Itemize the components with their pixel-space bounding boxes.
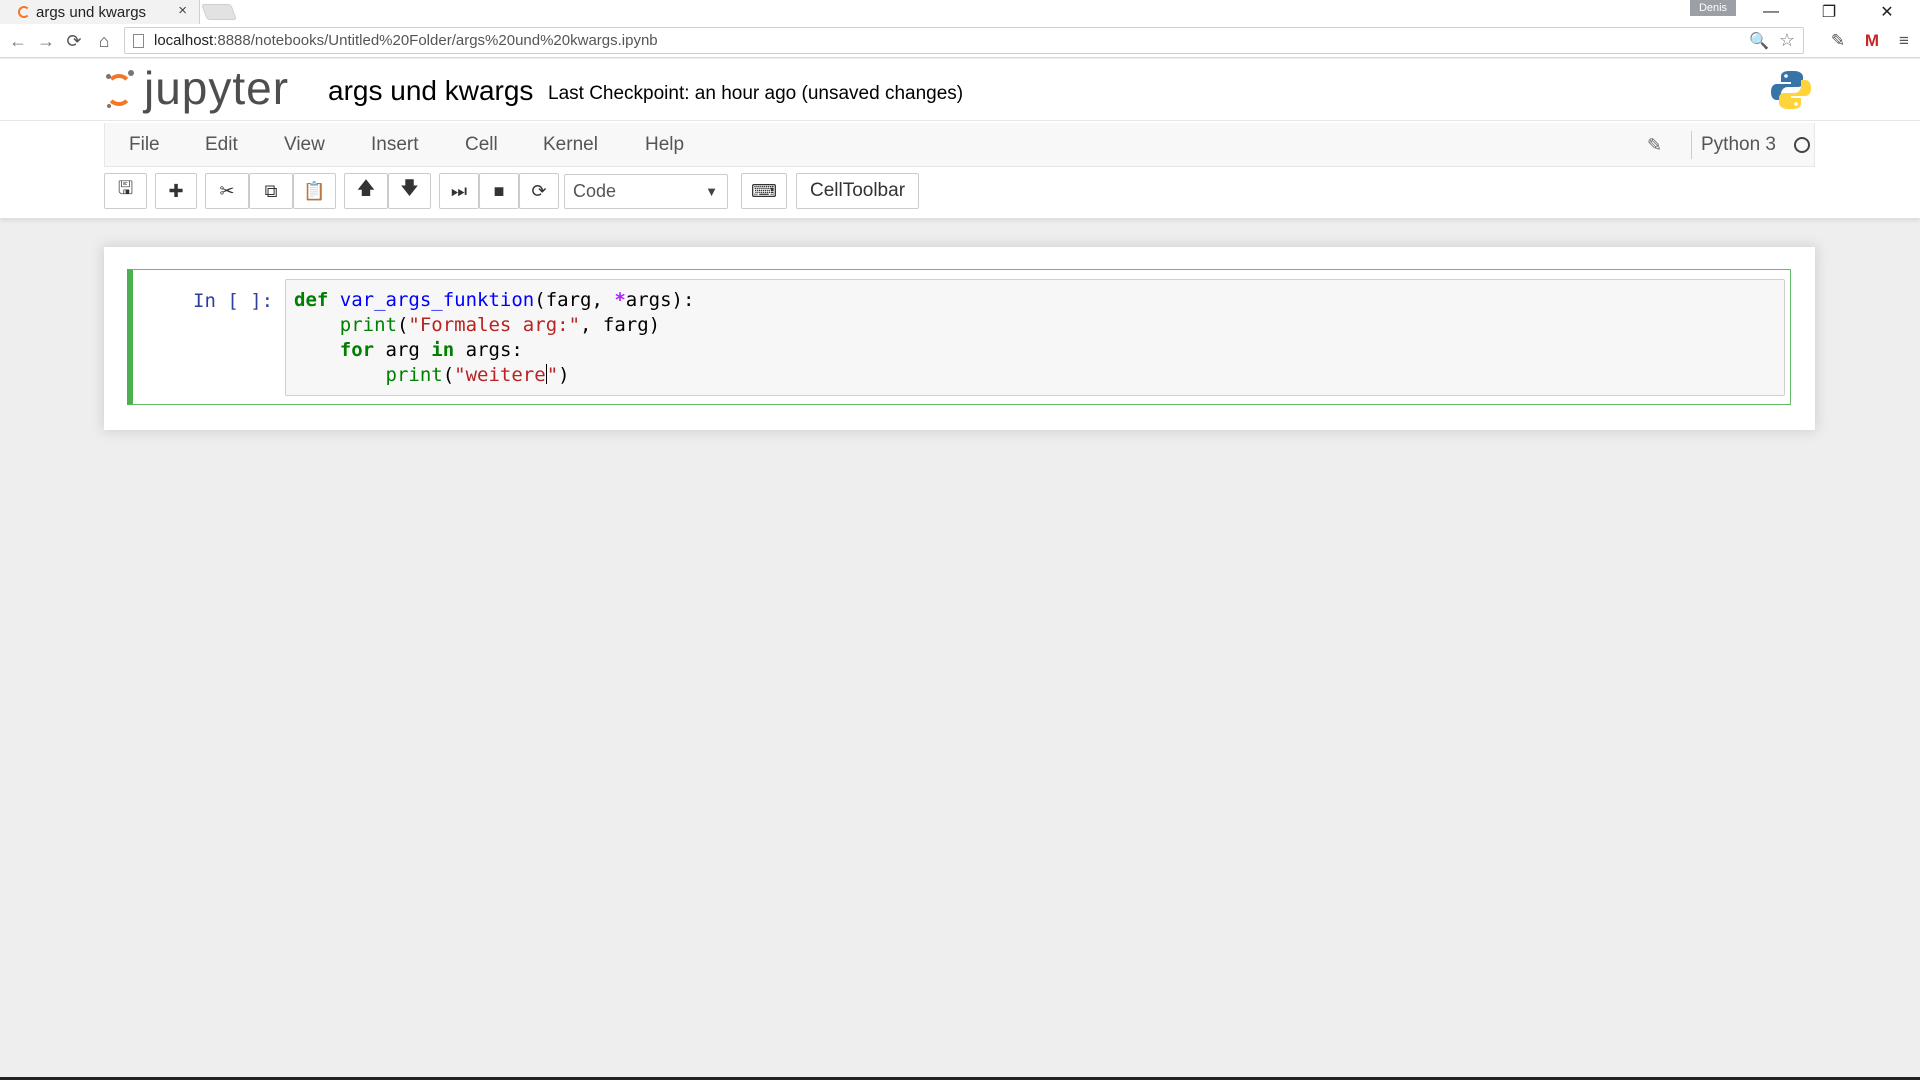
browser-menu-icon[interactable]: ≡ <box>1892 29 1916 53</box>
code-string: "weitere <box>454 364 546 386</box>
menu-help[interactable]: Help <box>645 134 684 156</box>
input-prompt: In [ ]: <box>193 290 274 312</box>
run-cell-button[interactable]: ⏭ <box>439 173 479 209</box>
code-text-segment: (farg, <box>534 289 615 311</box>
page-icon <box>133 33 144 48</box>
copy-button[interactable]: ⧉ <box>249 173 293 209</box>
menu-kernel[interactable]: Kernel <box>543 134 598 156</box>
cell-type-select[interactable]: Code ▼ <box>564 174 728 209</box>
menu-view[interactable]: View <box>284 134 325 156</box>
notebook-title[interactable]: args und kwargs <box>328 75 533 107</box>
browser-tabstrip: args und kwargs × Denis — ❐ ✕ <box>0 0 1920 24</box>
profile-badge[interactable]: Denis <box>1690 0 1736 16</box>
tab-title: args und kwargs <box>36 3 147 21</box>
code-operator: * <box>614 289 626 311</box>
jupyter-logo[interactable]: jupyter <box>104 65 289 111</box>
forward-icon[interactable]: → <box>34 29 58 53</box>
insert-cell-button[interactable]: ✚ <box>155 173 197 209</box>
python-logo-icon <box>1771 71 1811 109</box>
code-keyword: def <box>294 289 329 311</box>
menu-edit[interactable]: Edit <box>205 134 238 156</box>
move-down-button[interactable]: 🡇 <box>388 173 431 209</box>
gmail-extension-icon[interactable]: M <box>1860 29 1884 53</box>
code-text: def var_args_funktion(farg, *args): prin… <box>294 288 694 388</box>
chevron-down-icon: ▼ <box>705 184 718 199</box>
code-text-segment: arg <box>374 339 432 361</box>
menubar-container: File Edit View Insert Cell Kernel Help ✎… <box>0 121 1920 167</box>
code-text-segment: ( <box>396 314 409 336</box>
command-palette-keyboard-button[interactable]: ⌨ <box>741 173 787 209</box>
url-path: :8888/notebooks/Untitled%20Folder/args%2… <box>213 32 658 49</box>
loading-spinner-icon <box>18 6 30 18</box>
menu-file[interactable]: File <box>129 134 160 156</box>
code-keyword: in <box>431 339 455 361</box>
kernel-name[interactable]: Python 3 <box>1701 134 1776 156</box>
reload-icon[interactable]: ⟳ <box>62 29 86 53</box>
notebook-header: jupyter args und kwargs Last Checkpoint:… <box>0 59 1920 121</box>
minimize-icon[interactable]: — <box>1748 0 1794 24</box>
url-host: localhost <box>154 32 214 49</box>
restart-kernel-button[interactable]: ⟳ <box>519 173 559 209</box>
bookmark-star-icon[interactable]: ☆ <box>1779 30 1795 51</box>
cell-type-value: Code <box>573 181 617 201</box>
notebook-container: In [ ]: def var_args_funktion(farg, *arg… <box>104 247 1815 430</box>
code-text-segment: ) <box>558 364 570 386</box>
menubar: File Edit View Insert Cell Kernel Help ✎… <box>104 123 1815 167</box>
jupyter-logo-icon <box>104 68 134 108</box>
back-icon[interactable]: ← <box>6 29 30 53</box>
code-string: " <box>546 364 559 386</box>
code-text-segment: args: <box>454 339 523 361</box>
menu-cell[interactable]: Cell <box>465 134 498 156</box>
edit-mode-pencil-icon: ✎ <box>1647 135 1663 155</box>
tab-close-icon[interactable]: × <box>178 2 187 19</box>
code-keyword: for <box>339 339 375 361</box>
code-builtin: print <box>385 364 443 386</box>
celltoolbar-button[interactable]: CellToolbar <box>796 173 919 209</box>
restore-icon[interactable]: ❐ <box>1806 0 1852 24</box>
address-bar: ← → ⟳ ⌂ localhost :8888/notebooks/Untitl… <box>0 24 1920 58</box>
code-string: "Formales arg:" <box>408 314 581 336</box>
cut-button[interactable]: ✂ <box>205 173 249 209</box>
code-editor[interactable]: def var_args_funktion(farg, *args): prin… <box>285 279 1785 396</box>
checkpoint-status: Last Checkpoint: an hour ago (unsaved ch… <box>548 83 964 104</box>
move-up-button[interactable]: 🡅 <box>344 173 388 209</box>
paste-button[interactable]: 📋 <box>293 173 336 209</box>
kernel-separator <box>1691 131 1692 159</box>
code-text-segment: ( <box>442 364 455 386</box>
toolbar: 🖫 ✚ ✂ ⧉ 📋 🡅 🡇 ⏭ ■ ⟳ Code ▼ ⌨ CellToolbar <box>0 167 1920 219</box>
code-cell[interactable]: In [ ]: def var_args_funktion(farg, *arg… <box>127 269 1791 405</box>
home-icon[interactable]: ⌂ <box>92 29 116 53</box>
url-input[interactable]: localhost :8888/notebooks/Untitled%20Fol… <box>124 27 1804 54</box>
save-button[interactable]: 🖫 <box>104 173 147 209</box>
logo-text: jupyter <box>144 62 290 114</box>
browser-tab[interactable]: args und kwargs × <box>0 0 200 24</box>
code-function-name: var_args_funktion <box>339 289 535 311</box>
code-builtin: print <box>339 314 397 336</box>
zoom-icon[interactable]: 🔍 <box>1749 31 1769 51</box>
window-close-icon[interactable]: ✕ <box>1864 0 1910 24</box>
menu-insert[interactable]: Insert <box>371 134 419 156</box>
code-text-segment: args): <box>625 289 695 311</box>
interrupt-kernel-button[interactable]: ■ <box>479 173 519 209</box>
extension-eyedropper-icon[interactable]: ✎ <box>1826 29 1850 53</box>
kernel-idle-indicator-icon <box>1794 137 1810 153</box>
new-tab-button[interactable] <box>201 4 237 20</box>
code-text-segment: , farg) <box>580 314 661 336</box>
